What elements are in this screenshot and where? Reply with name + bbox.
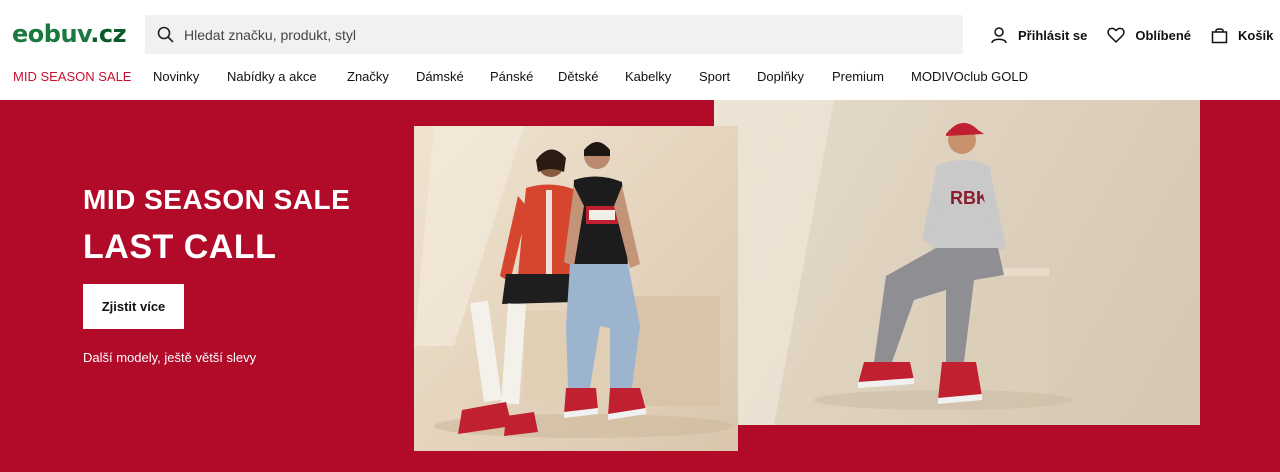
login-label: Přihlásit se: [1018, 27, 1088, 43]
nav-item-damske[interactable]: Dámské: [416, 69, 464, 84]
nav-item-kabelky[interactable]: Kabelky: [625, 69, 671, 84]
user-icon: [991, 27, 1007, 44]
favorites-button[interactable]: Oblíbené: [1107, 27, 1191, 43]
nav-item-detske[interactable]: Dětské: [558, 69, 598, 84]
heart-icon: [1107, 27, 1126, 43]
hero-photo-couple: [414, 126, 738, 451]
search-bar[interactable]: [145, 15, 963, 54]
nav-item-znacky[interactable]: Značky: [347, 69, 389, 84]
nav-item-doplnky[interactable]: Doplňky: [757, 69, 804, 84]
cart-button[interactable]: Košík: [1211, 27, 1273, 44]
nav-item-mid-season-sale[interactable]: MID SEASON SALE: [13, 69, 131, 84]
site-header: eobuv.cz Přihlásit se Oblíbené Košík MID…: [0, 0, 1280, 100]
cart-label: Košík: [1238, 27, 1274, 43]
nav-item-panske[interactable]: Pánské: [490, 69, 533, 84]
favorites-label: Oblíbené: [1135, 27, 1191, 43]
hero-note: Další modely, ještě větší slevy: [83, 350, 257, 365]
hero-banner[interactable]: MID SEASON SALE LAST CALL Zjistit více D…: [0, 100, 1280, 472]
logo-main: eobuv: [12, 20, 91, 48]
hero-subtitle: LAST CALL: [83, 228, 277, 266]
header-actions: Přihlásit se Oblíbené Košík: [990, 24, 1273, 46]
discover-more-button[interactable]: Zjistit více: [83, 284, 184, 329]
nav-item-novinky[interactable]: Novinky: [153, 69, 199, 84]
nav-item-modivoclub-gold[interactable]: MODIVOclub GOLD: [911, 69, 1028, 84]
search-icon: [156, 26, 174, 44]
nav-item-premium[interactable]: Premium: [832, 69, 884, 84]
logo-tld: .cz: [90, 20, 127, 48]
hero-title: MID SEASON SALE: [83, 184, 351, 215]
login-button[interactable]: Přihlásit se: [990, 26, 1087, 44]
nav-item-sport[interactable]: Sport: [699, 69, 730, 84]
hero-photo-man: RBK: [714, 100, 1200, 425]
search-input[interactable]: [184, 26, 884, 43]
bag-icon: [1211, 27, 1228, 43]
logo[interactable]: eobuv.cz: [12, 20, 127, 48]
nav-item-nabidky[interactable]: Nabídky a akce: [227, 69, 317, 84]
